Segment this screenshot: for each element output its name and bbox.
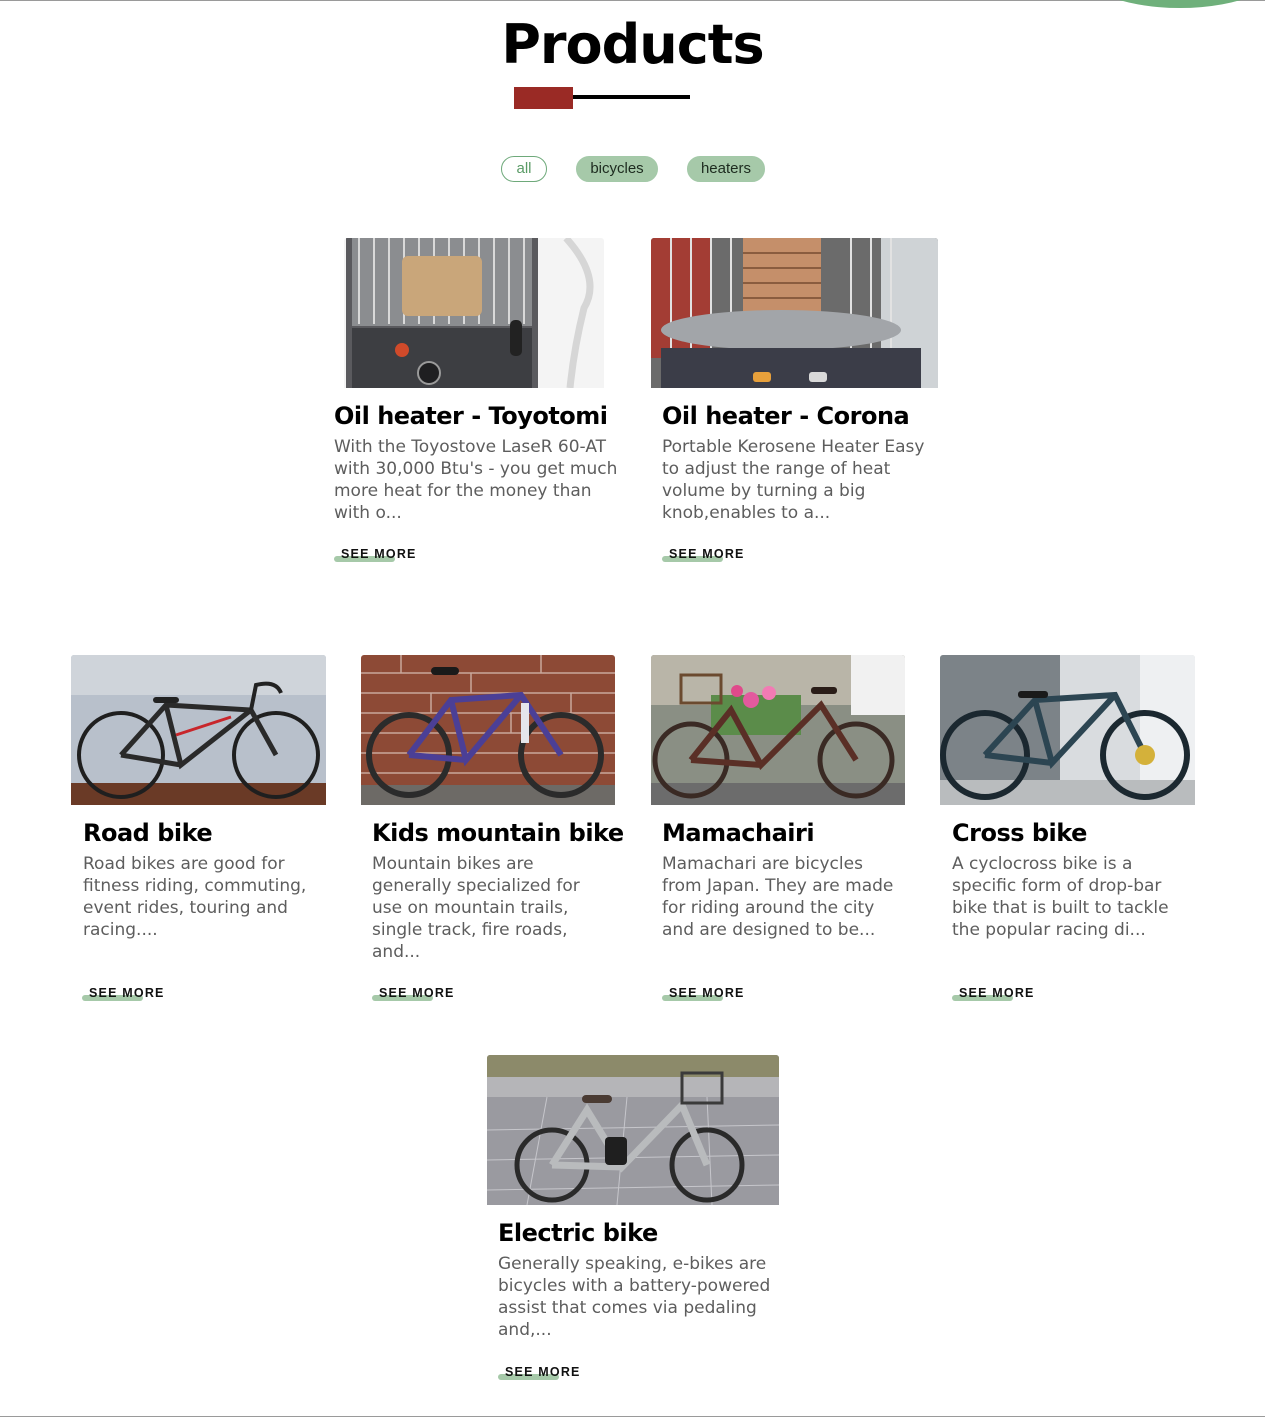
bottom-divider [0, 1416, 1265, 1417]
see-more-link[interactable]: SEE MORE [82, 986, 165, 1001]
product-description: Mamachari are bicycles from Japan. They … [662, 854, 894, 940]
product-title: Mamachairi [662, 819, 815, 847]
mountain-bike-image [361, 655, 615, 805]
product-title: Oil heater - Corona [662, 402, 910, 430]
filter-bicycles-button[interactable]: bicycles [576, 156, 658, 182]
see-more-label: SEE MORE [669, 547, 745, 561]
cross-bike-image [940, 655, 1195, 805]
product-title: Road bike [83, 819, 213, 847]
product-description: Portable Kerosene Heater Easy to adjust … [662, 437, 925, 523]
corner-decoration [1070, 0, 1265, 8]
see-more-link[interactable]: SEE MORE [334, 547, 417, 562]
see-more-label: SEE MORE [959, 986, 1035, 1000]
product-title: Kids mountain bike [372, 819, 624, 847]
filter-all-button[interactable]: all [501, 156, 547, 182]
filter-heaters-button[interactable]: heaters [687, 156, 765, 182]
product-description: A cyclocross bike is a specific form of … [952, 854, 1169, 940]
see-more-link[interactable]: SEE MORE [372, 986, 455, 1001]
product-description: Mountain bikes are generally specialized… [372, 854, 580, 962]
see-more-link[interactable]: SEE MORE [662, 547, 745, 562]
title-underline [573, 95, 690, 99]
electric-bike-image [487, 1055, 779, 1205]
kerosene-heater-image [651, 238, 938, 388]
product-description: Road bikes are good for fitness riding, … [83, 854, 307, 940]
see-more-label: SEE MORE [669, 986, 745, 1000]
product-title: Electric bike [498, 1219, 658, 1247]
product-description: Generally speaking, e-bikes are bicycles… [498, 1254, 771, 1340]
page-title: Products [501, 13, 764, 76]
product-title: Oil heater - Toyotomi [334, 402, 608, 430]
product-title: Cross bike [952, 819, 1087, 847]
city-bike-image [651, 655, 905, 805]
see-more-label: SEE MORE [379, 986, 455, 1000]
see-more-label: SEE MORE [89, 986, 165, 1000]
see-more-link[interactable]: SEE MORE [498, 1365, 581, 1380]
see-more-label: SEE MORE [341, 547, 417, 561]
product-description: With the Toyostove LaseR 60-AT with 30,0… [334, 437, 618, 523]
see-more-label: SEE MORE [505, 1365, 581, 1379]
road-bike-image [71, 655, 326, 805]
see-more-link[interactable]: SEE MORE [952, 986, 1035, 1001]
see-more-link[interactable]: SEE MORE [662, 986, 745, 1001]
top-divider [0, 0, 1265, 1]
title-accent-block [514, 87, 573, 109]
oil-heater-image [344, 238, 604, 388]
